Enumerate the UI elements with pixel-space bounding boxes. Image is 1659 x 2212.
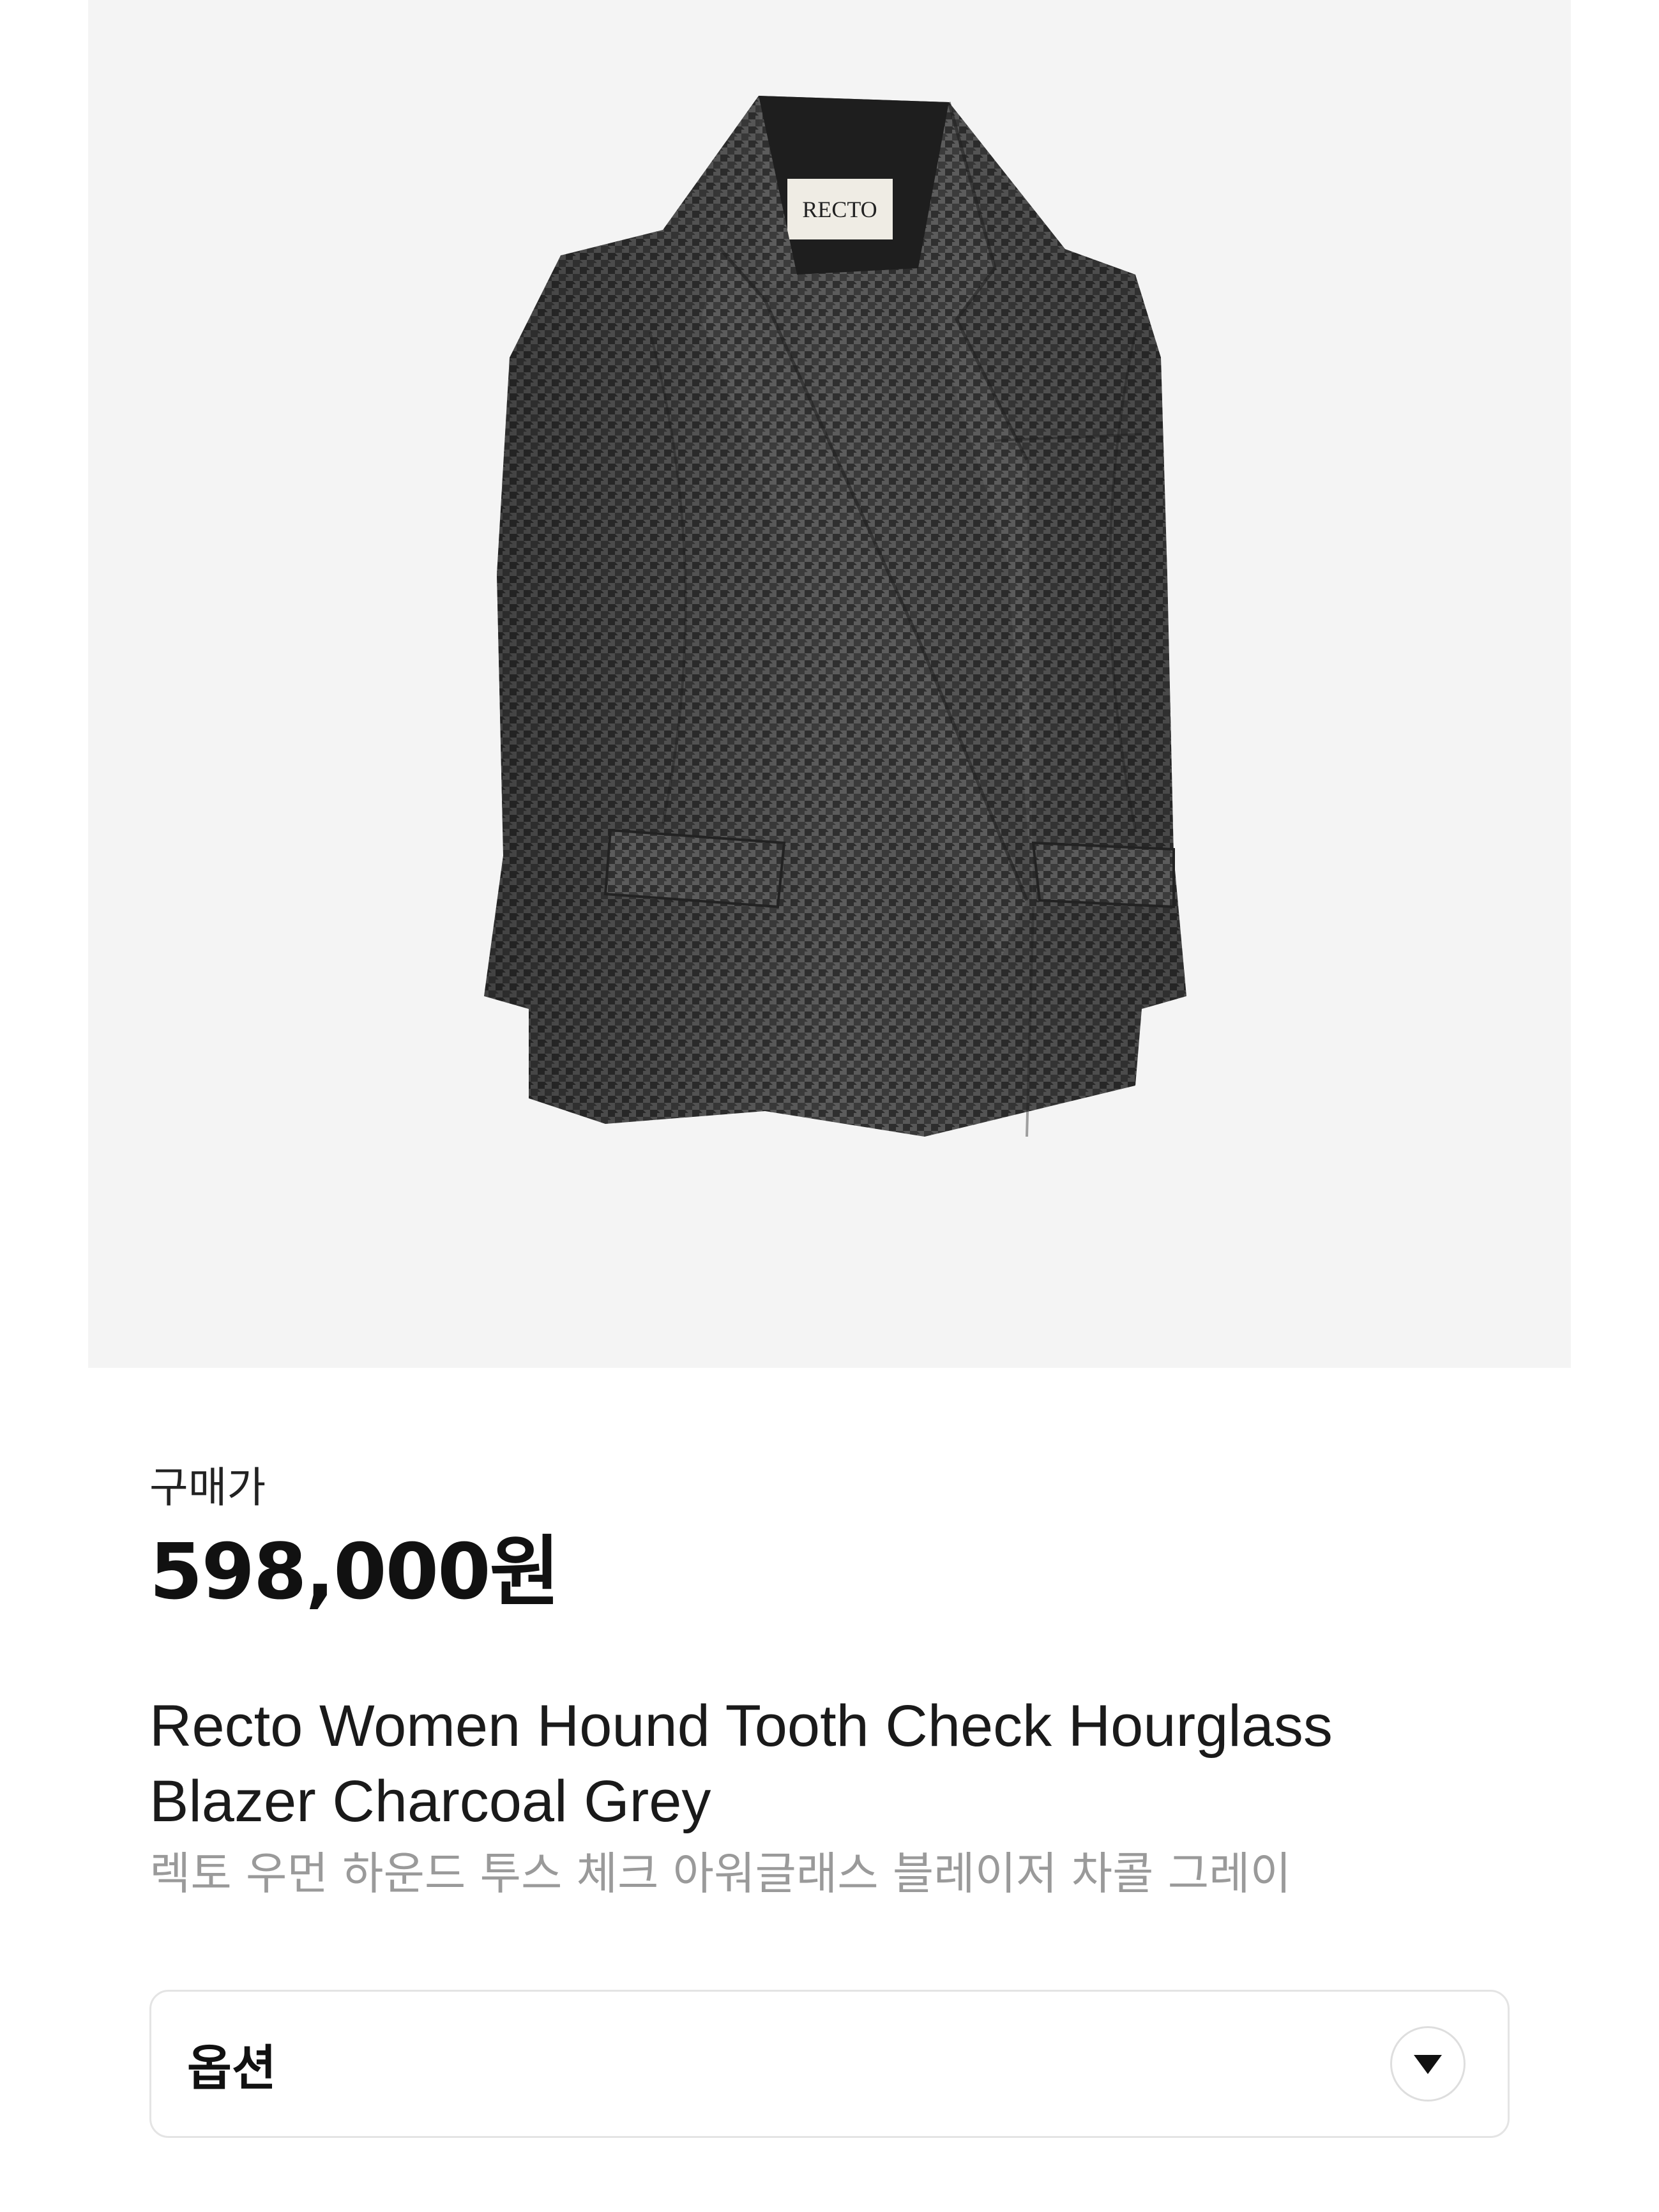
product-title-korean: 렉토 우먼 하운드 투스 체크 아워글래스 블레이저 차콜 그레이 — [149, 1847, 1292, 1900]
product-detail-page: RECTO 구매가 598,000원 Recto Women Hound Too… — [0, 0, 1659, 2212]
product-info: 구매가 598,000원 Recto Women Hound Tooth Che… — [149, 1462, 1510, 1903]
chevron-down-icon[interactable] — [1390, 2026, 1466, 2102]
price-label: 구매가 — [149, 1463, 266, 1512]
blazer-left-pocket — [603, 828, 786, 909]
blazer-illustration: RECTO — [484, 96, 1186, 1137]
option-dropdown-label: 옵션 — [187, 2040, 276, 2096]
product-image[interactable]: RECTO — [88, 0, 1571, 1368]
product-title-english: Recto Women Hound Tooth Check Hourglass … — [149, 1693, 1333, 1834]
price-value: 598,000원 — [149, 1528, 560, 1617]
brand-label-text: RECTO — [802, 197, 877, 222]
blazer-right-pocket — [1031, 841, 1175, 909]
option-dropdown[interactable]: 옵션 — [149, 1990, 1510, 2138]
